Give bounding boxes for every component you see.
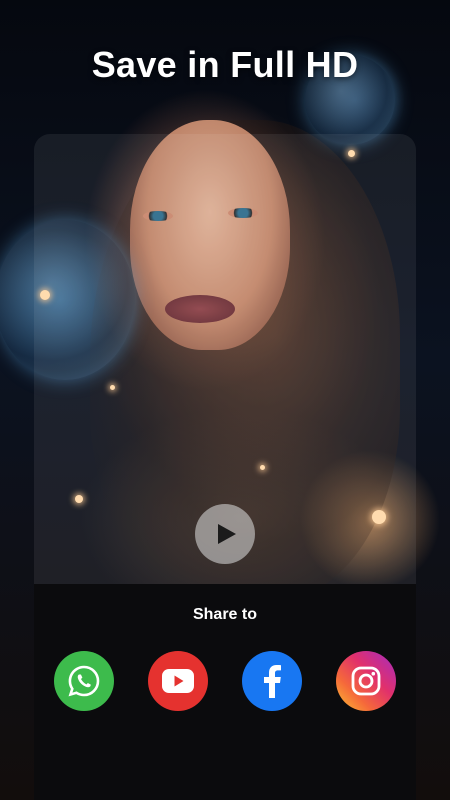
youtube-icon: [162, 669, 194, 693]
share-facebook-button[interactable]: [242, 651, 302, 711]
whatsapp-icon: [68, 665, 100, 697]
share-title: Share to: [192, 606, 257, 623]
share-whatsapp-button[interactable]: [54, 651, 114, 711]
play-button[interactable]: [195, 504, 255, 564]
instagram-icon: [351, 666, 381, 696]
share-sheet: Share to: [34, 584, 416, 800]
facebook-icon: [264, 665, 281, 698]
share-instagram-button[interactable]: [336, 651, 396, 711]
share-youtube-button[interactable]: [148, 651, 208, 711]
page-title: Save in Full HD: [91, 44, 359, 85]
play-icon: [218, 524, 236, 544]
